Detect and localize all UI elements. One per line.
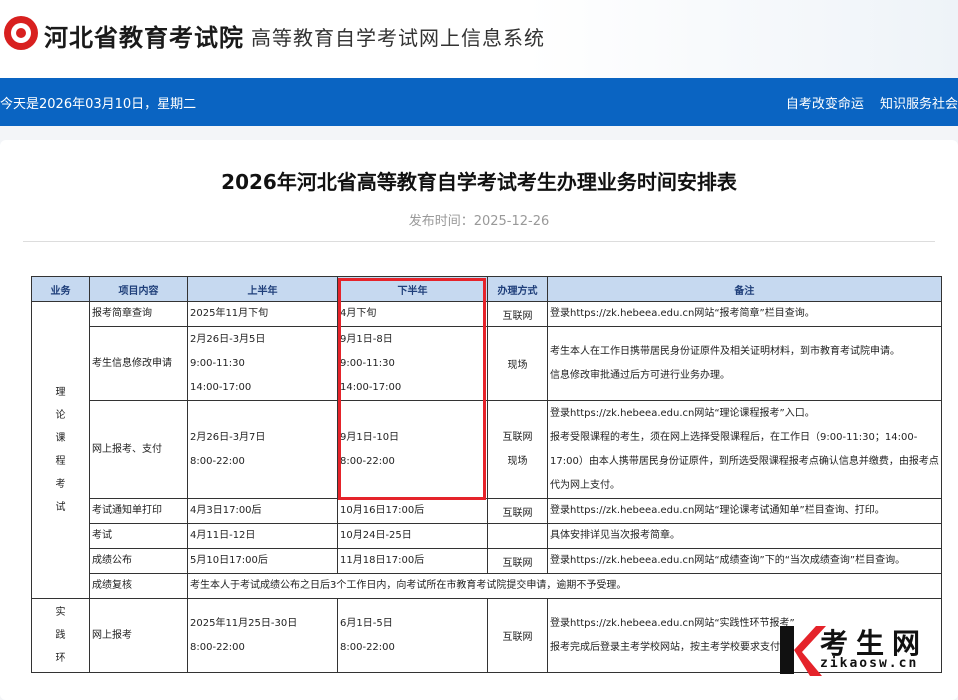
second-half-cell: 9月1日-8日 9:00-11:30 14:00-17:00 xyxy=(337,326,488,401)
item-cell: 考试通知单打印 xyxy=(89,498,188,524)
schedule-table: 业务 项目内容 上半年 下半年 办理方式 备注 理论课程考试 报考简章查询 20… xyxy=(31,276,942,673)
group-theory-exam: 理论课程考试 xyxy=(31,301,90,599)
header-second-half: 下半年 xyxy=(337,276,488,302)
table-row: 网上报考、支付 2月26日-3月7日 8:00-22:00 9月1日-10日 8:0… xyxy=(32,400,942,499)
site-logo-icon[interactable] xyxy=(4,16,38,50)
note-cell: 具体安排详见当次报考简章。 xyxy=(547,523,942,549)
first-half-cell: 4月3日17:00后 xyxy=(187,498,338,524)
method-cell: 互联网 xyxy=(487,498,548,524)
note-cell: 登录https://zk.hebeea.edu.cn网站“报考简章”栏目查询。 xyxy=(547,301,942,327)
second-half-cell: 10月24日-25日 xyxy=(337,523,488,549)
method-cell: 互联网 xyxy=(487,548,548,574)
item-cell: 成绩复核 xyxy=(89,573,188,599)
header-first-half: 上半年 xyxy=(187,276,338,302)
method-cell: 互联网 xyxy=(487,598,548,673)
table-row: 成绩复核 考生本人于考试成绩公布之日后3个工作日内，向考试所在市教育考试院提交申… xyxy=(32,573,942,599)
header-item: 项目内容 xyxy=(89,276,188,302)
note-cell: 考生本人在工作日携带居民身份证原件及相关证明材料，到市教育考试院申请。 信息修改审… xyxy=(547,326,942,401)
first-half-cell: 5月10日17:00后 xyxy=(187,548,338,574)
watermark: 考生网 zikaosw.cn xyxy=(776,622,958,681)
second-half-cell: 11月18日17:00后 xyxy=(337,548,488,574)
header-notes: 备注 xyxy=(547,276,942,302)
item-cell: 成绩公布 xyxy=(89,548,188,574)
table-header-row: 业务 项目内容 上半年 下半年 办理方式 备注 xyxy=(31,276,942,302)
span-note-cell: 考生本人于考试成绩公布之日后3个工作日内，向考试所在市教育考试院提交申请，逾期不… xyxy=(187,573,942,599)
first-half-cell: 4月11日-12日 xyxy=(187,523,338,549)
watermark-url: zikaosw.cn xyxy=(820,656,919,671)
item-cell: 考生信息修改申请 xyxy=(89,326,188,401)
header-business: 业务 xyxy=(31,276,90,302)
site-header: 河北省教育考试院 高等教育自学考试网上信息系统 xyxy=(0,0,958,78)
second-half-cell: 9月1日-10日 8:00-22:00 xyxy=(337,400,488,499)
method-cell xyxy=(487,523,548,549)
table-row: 理论课程考试 报考简章查询 2025年11月下旬 4月下旬 互联网 登录http… xyxy=(31,301,942,599)
note-cell: 登录https://zk.hebeea.edu.cn网站“理论课考试通知单”栏目… xyxy=(547,498,942,524)
method-cell: 互联网 xyxy=(487,301,548,327)
header-method: 办理方式 xyxy=(487,276,548,302)
nav-link-motto-1[interactable]: 自考改变命运 xyxy=(786,97,864,112)
watermark-logo-icon xyxy=(780,626,826,676)
publish-date-label: 发布时间： xyxy=(408,214,474,229)
item-cell: 网上报考 xyxy=(89,598,188,673)
nav-bar: 今天是2026年03月10日，星期二 自考改变命运 知识服务社会 xyxy=(0,78,958,126)
item-cell: 考试 xyxy=(89,523,188,549)
note-cell: 登录https://zk.hebeea.edu.cn网站“成绩查询”下的“当次成… xyxy=(547,548,942,574)
method-cell: 现场 xyxy=(487,326,548,401)
site-name[interactable]: 河北省教育考试院 xyxy=(44,18,244,53)
second-half-cell: 6月1日-5日 8:00-22:00 xyxy=(337,598,488,673)
note-cell: 登录https://zk.hebeea.edu.cn网站“理论课程报考”入口。报… xyxy=(547,400,942,499)
publish-date: 发布时间：2025-12-26 xyxy=(0,210,958,229)
group-practice: 实践环 xyxy=(31,598,90,673)
divider xyxy=(23,241,935,242)
publish-date-value: 2025-12-26 xyxy=(473,214,550,229)
second-half-cell: 4月下旬 xyxy=(337,301,488,327)
first-half-cell: 2月26日-3月7日 8:00-22:00 xyxy=(187,400,338,499)
today-date: 今天是2026年03月10日，星期二 xyxy=(0,97,197,112)
nav-link-motto-2[interactable]: 知识服务社会 xyxy=(880,97,958,112)
method-cell: 互联网 现场 xyxy=(487,400,548,499)
site-subtitle: 高等教育自学考试网上信息系统 xyxy=(251,26,545,50)
first-half-cell: 2025年11月下旬 xyxy=(187,301,338,327)
first-half-cell: 2025年11月25日-30日 8:00-22:00 xyxy=(187,598,338,673)
second-half-cell: 10月16日17:00后 xyxy=(337,498,488,524)
table-row: 考生信息修改申请 2月26日-3月5日 9:00-11:30 14:00-17:00… xyxy=(32,326,942,401)
item-cell: 网上报考、支付 xyxy=(89,400,188,499)
table-row: 成绩公布 5月10日17:00后 11月18日17:00后 互联网 登录http… xyxy=(32,548,942,574)
page-title: 2026年河北省高等教育自学考试考生办理业务时间安排表 xyxy=(221,170,737,194)
table-row: 考试 4月11日-12日 10月24日-25日 具体安排详见当次报考简章。 xyxy=(32,523,942,549)
table-row: 考试通知单打印 4月3日17:00后 10月16日17:00后 互联网 登录ht… xyxy=(32,498,942,524)
first-half-cell: 2月26日-3月5日 9:00-11:30 14:00-17:00 xyxy=(187,326,338,401)
nav-links: 自考改变命运 知识服务社会 xyxy=(774,93,958,112)
item-cell: 报考简章查询 xyxy=(89,301,188,327)
